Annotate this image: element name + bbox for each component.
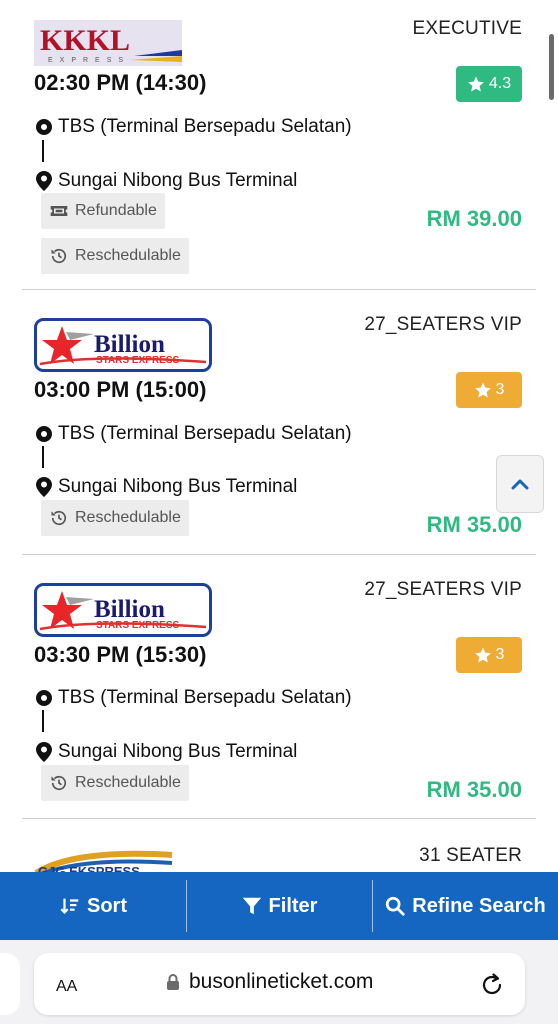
reschedulable-tag: Reschedulable <box>41 500 189 536</box>
departure-time: 02:30 PM (14:30) <box>34 70 207 95</box>
history-icon <box>51 248 67 264</box>
map-pin-icon <box>36 171 52 191</box>
refundable-tag: Refundable <box>41 193 165 229</box>
trip-card[interactable]: Billion STARS EXPRESS 27_SEATERS VIP 03:… <box>22 290 536 554</box>
bus-type: EXECUTIVE <box>412 18 522 39</box>
rating-badge: 3 <box>456 637 522 673</box>
operator-logo: Billion STARS EXPRESS <box>34 318 212 377</box>
logo-text: Billion <box>94 596 165 623</box>
reschedulable-tag: Reschedulable <box>41 765 189 801</box>
origin-dot-icon <box>36 426 52 442</box>
rating-badge: 4.3 <box>456 66 522 102</box>
scrollbar[interactable] <box>549 34 554 100</box>
bus-type: 31 SEATER <box>419 845 522 866</box>
trip-results-list: KKKL EXPRESS EXECUTIVE 02:30 PM (14:30) … <box>0 0 558 872</box>
operator-logo: GJG EKSPRESS <box>34 847 176 872</box>
filter-button[interactable]: Filter <box>186 872 372 940</box>
filter-icon <box>242 897 261 915</box>
price: RM 35.00 <box>426 512 522 537</box>
origin-dot-icon <box>36 690 52 706</box>
logo-text: KKKL <box>40 24 130 57</box>
star-icon <box>468 76 484 92</box>
reschedulable-tag: Reschedulable <box>41 238 189 274</box>
map-pin-icon <box>36 742 52 762</box>
lock-icon <box>167 974 179 990</box>
trip-card[interactable]: GJG EKSPRESS 31 SEATER <box>22 819 536 872</box>
sort-icon <box>60 898 79 914</box>
logo-text: GJG EKSPRESS <box>38 864 140 872</box>
destination-stop: Sungai Nibong Bus Terminal <box>34 170 297 192</box>
map-pin-icon <box>36 477 52 497</box>
star-icon <box>474 382 491 398</box>
logo-text: Billion <box>94 331 165 358</box>
origin-stop: TBS (Terminal Bersepadu Selatan) <box>34 423 352 445</box>
action-bar: Sort Filter Refine Search <box>0 872 558 940</box>
price: RM 39.00 <box>426 206 522 231</box>
origin-stop: TBS (Terminal Bersepadu Selatan) <box>34 687 352 709</box>
search-icon <box>386 896 405 916</box>
address-bar[interactable]: AA busonlineticket.com <box>34 953 525 1015</box>
origin-stop: TBS (Terminal Bersepadu Selatan) <box>34 116 352 138</box>
operator-logo: Billion STARS EXPRESS <box>34 583 212 642</box>
url-text[interactable]: busonlineticket.com <box>189 970 373 994</box>
route-line <box>42 446 44 468</box>
rating-badge: 3 <box>456 372 522 408</box>
departure-time: 03:00 PM (15:00) <box>34 377 207 402</box>
svg-text:EXPRESS: EXPRESS <box>48 57 130 64</box>
route-line <box>42 710 44 732</box>
scroll-to-top-button[interactable] <box>496 455 544 513</box>
sort-button[interactable]: Sort <box>0 872 186 940</box>
destination-stop: Sungai Nibong Bus Terminal <box>34 476 297 498</box>
svg-text:STARS EXPRESS: STARS EXPRESS <box>96 355 179 366</box>
origin-dot-icon <box>36 119 52 135</box>
refine-search-button[interactable]: Refine Search <box>372 872 558 940</box>
price: RM 35.00 <box>426 777 522 802</box>
history-icon <box>51 775 67 791</box>
ticket-icon <box>50 206 68 216</box>
route-line <box>42 140 44 162</box>
trip-card[interactable]: KKKL EXPRESS EXECUTIVE 02:30 PM (14:30) … <box>22 0 536 289</box>
reader-settings-button[interactable]: AA <box>56 971 77 997</box>
browser-bottom-bar: AA busonlineticket.com <box>0 940 558 1024</box>
previous-tab-edge[interactable] <box>0 953 20 1015</box>
trip-card[interactable]: Billion STARS EXPRESS 27_SEATERS VIP 03:… <box>22 555 536 818</box>
operator-logo: KKKL EXPRESS <box>34 20 182 71</box>
reload-icon[interactable] <box>479 970 505 998</box>
star-icon <box>474 647 491 663</box>
chevron-up-icon <box>511 479 529 490</box>
history-icon <box>51 510 67 526</box>
destination-stop: Sungai Nibong Bus Terminal <box>34 741 297 763</box>
svg-text:STARS EXPRESS: STARS EXPRESS <box>96 620 179 631</box>
bus-type: 27_SEATERS VIP <box>364 579 522 600</box>
bus-type: 27_SEATERS VIP <box>364 314 522 335</box>
departure-time: 03:30 PM (15:30) <box>34 642 207 667</box>
